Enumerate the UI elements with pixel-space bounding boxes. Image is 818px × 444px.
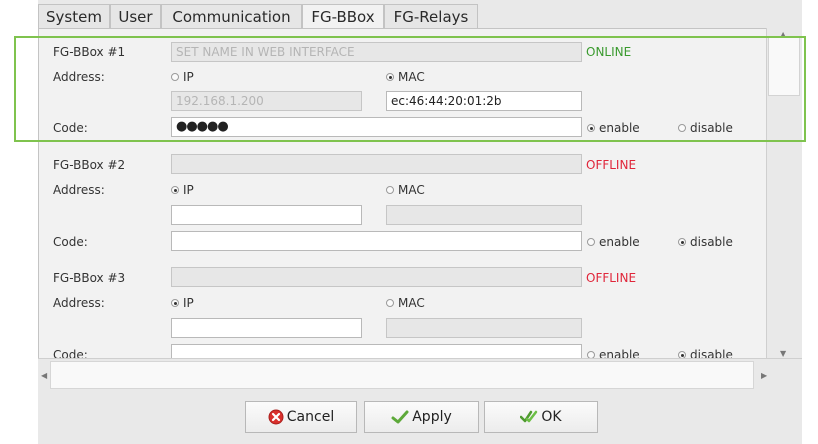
tab-system[interactable]: System bbox=[38, 4, 110, 28]
box2-enable-radio[interactable]: enable bbox=[587, 235, 640, 249]
box3-address-label: Address: bbox=[53, 296, 105, 310]
cancel-icon bbox=[268, 409, 284, 425]
tab-communication[interactable]: Communication bbox=[161, 4, 302, 28]
box2-code-field[interactable] bbox=[171, 231, 582, 251]
apply-button-label: Apply bbox=[412, 409, 452, 425]
radio-dot-icon bbox=[386, 299, 394, 307]
horizontal-scrollbar-thumb[interactable] bbox=[50, 361, 754, 389]
tab-fg-relays[interactable]: FG-Relays bbox=[384, 4, 478, 28]
box2-disable-radio-label: disable bbox=[690, 235, 733, 249]
scroll-left-arrow-icon[interactable]: ◀ bbox=[41, 371, 47, 380]
ok-checkmark-icon bbox=[520, 409, 538, 425]
radio-dot-icon bbox=[171, 186, 179, 194]
box2-ip-radio[interactable]: IP bbox=[171, 183, 194, 197]
box2-mac-field bbox=[386, 205, 582, 225]
box2-status-badge: OFFLINE bbox=[586, 158, 637, 172]
tab-fg-bbox[interactable]: FG-BBox bbox=[302, 4, 384, 30]
box3-ip-radio-label: IP bbox=[183, 296, 194, 310]
box2-enable-radio-label: enable bbox=[599, 235, 640, 249]
cancel-button[interactable]: Cancel bbox=[245, 401, 357, 433]
tab-user[interactable]: User bbox=[110, 4, 161, 28]
box3-ip-radio[interactable]: IP bbox=[171, 296, 194, 310]
box2-ip-field[interactable] bbox=[171, 205, 362, 225]
box2-mac-radio-label: MAC bbox=[398, 183, 425, 197]
box3-status-badge: OFFLINE bbox=[586, 271, 637, 285]
tab-bar: System User Communication FG-BBox FG-Rel… bbox=[38, 4, 802, 30]
radio-dot-icon bbox=[171, 299, 179, 307]
cancel-button-label: Cancel bbox=[286, 409, 335, 425]
box2-ip-radio-label: IP bbox=[183, 183, 194, 197]
box2-title: FG-BBox #2 bbox=[53, 158, 126, 172]
box2-address-label: Address: bbox=[53, 183, 105, 197]
checkmark-icon bbox=[391, 409, 409, 425]
scroll-right-arrow-icon[interactable]: ▶ bbox=[761, 371, 767, 380]
box3-ip-field[interactable] bbox=[171, 318, 362, 338]
box3-title: FG-BBox #3 bbox=[53, 271, 126, 285]
box2-disable-radio[interactable]: disable bbox=[678, 235, 733, 249]
scroll-down-arrow-icon[interactable]: ▼ bbox=[780, 349, 786, 358]
ok-button[interactable]: OK bbox=[484, 401, 598, 433]
radio-dot-icon bbox=[587, 238, 595, 246]
radio-dot-icon bbox=[678, 238, 686, 246]
box3-mac-field bbox=[386, 318, 582, 338]
box3-code-field[interactable] bbox=[171, 344, 582, 359]
radio-dot-icon bbox=[386, 186, 394, 194]
box3-mac-radio-label: MAC bbox=[398, 296, 425, 310]
box3-mac-radio[interactable]: MAC bbox=[386, 296, 425, 310]
box2-name-field bbox=[171, 154, 582, 174]
apply-button[interactable]: Apply bbox=[364, 401, 479, 433]
box2-mac-radio[interactable]: MAC bbox=[386, 183, 425, 197]
box3-name-field bbox=[171, 267, 582, 287]
highlight-box bbox=[14, 36, 806, 142]
box2-code-label: Code: bbox=[53, 235, 88, 249]
ok-button-label: OK bbox=[541, 409, 562, 425]
